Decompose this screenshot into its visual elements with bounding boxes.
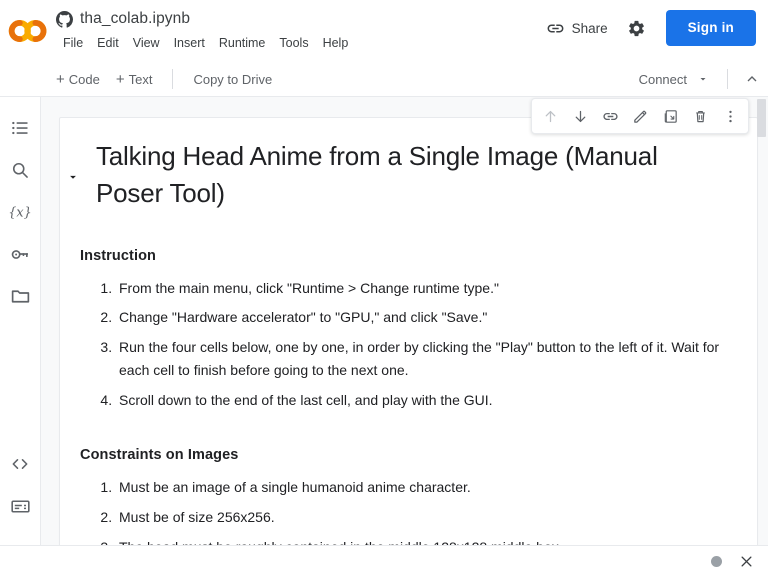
- section-heading-instruction: Instruction: [80, 247, 157, 264]
- secrets-key-icon: [11, 249, 28, 259]
- files-folder-icon: [11, 289, 29, 303]
- menu-item-view[interactable]: View: [126, 33, 167, 53]
- menu-item-runtime[interactable]: Runtime: [212, 33, 273, 53]
- app-body: {x} Talking Head Anime from a Single Ima…: [0, 97, 768, 545]
- sidebar-item-code-snippets[interactable]: [3, 447, 37, 481]
- add-code-cell-button[interactable]: + Code: [48, 68, 108, 91]
- svg-text:{x}: {x}: [9, 206, 31, 221]
- instruction-list: From the main menu, click "Runtime > Cha…: [80, 277, 727, 411]
- notebook-toolbar: + Code + Text Copy to Drive Connect: [0, 62, 768, 97]
- link-icon: [602, 112, 618, 120]
- close-icon: [741, 556, 751, 566]
- list-item: The head must be roughly contained in th…: [116, 536, 727, 545]
- notebook-file-name[interactable]: tha_colab.ipynb: [80, 10, 190, 28]
- chevron-down-icon: [70, 175, 76, 179]
- header-actions: Share Sign in: [538, 0, 768, 56]
- github-icon: [56, 10, 73, 28]
- menu-item-file[interactable]: File: [56, 33, 90, 53]
- cell-collapse-chevron[interactable]: [64, 168, 82, 186]
- more-vert-icon: [728, 110, 732, 122]
- list-item: Must be of size 256x256.: [116, 506, 727, 529]
- constraints-list: Must be an image of a single humanoid an…: [80, 476, 727, 545]
- colab-logo[interactable]: [0, 0, 56, 62]
- cell-action-toolbar: [531, 98, 749, 134]
- sidebar-item-table-of-contents[interactable]: [3, 111, 37, 145]
- arrow-up-icon: [545, 110, 555, 122]
- title-and-menu: tha_colab.ipynb File Edit View Insert Ru…: [56, 0, 538, 53]
- add-code-cell-label: Code: [68, 71, 100, 87]
- settings-button[interactable]: [620, 11, 654, 45]
- sidebar-item-search[interactable]: [3, 153, 37, 187]
- open-in-new-icon: [664, 109, 677, 123]
- menu-item-edit[interactable]: Edit: [90, 33, 126, 53]
- link-to-cell-button[interactable]: [595, 102, 625, 130]
- toolbar-divider: [172, 69, 174, 89]
- chevron-up-icon: [747, 76, 757, 82]
- edit-cell-button[interactable]: [625, 102, 655, 130]
- plus-icon: +: [56, 70, 65, 88]
- copy-cell-to-new-notebook-button[interactable]: [655, 102, 685, 130]
- cell-more-options-button[interactable]: [715, 102, 745, 130]
- list-item: Change "Hardware accelerator" to "GPU," …: [116, 306, 727, 329]
- list-item: Scroll down to the end of the last cell,…: [116, 389, 727, 412]
- sidebar-item-secrets[interactable]: [3, 237, 37, 271]
- link-icon: [547, 24, 563, 32]
- gear-icon: [629, 20, 644, 36]
- file-name-row: tha_colab.ipynb: [56, 7, 538, 31]
- toolbar-divider-2: [727, 69, 728, 89]
- menu-item-help[interactable]: Help: [316, 33, 356, 53]
- move-cell-down-button[interactable]: [565, 102, 595, 130]
- table-of-contents-icon: [12, 121, 28, 135]
- menu-item-insert[interactable]: Insert: [167, 33, 212, 53]
- status-dot-icon[interactable]: [711, 555, 722, 567]
- colab-app-window: tha_colab.ipynb File Edit View Insert Ru…: [0, 0, 768, 576]
- chevron-down-icon: [700, 78, 706, 81]
- search-icon: [12, 162, 28, 178]
- arrow-down-icon: [575, 110, 585, 122]
- menu-bar: File Edit View Insert Runtime Tools Help: [56, 33, 538, 53]
- list-item: From the main menu, click "Runtime > Cha…: [116, 277, 727, 300]
- connect-label: Connect: [638, 71, 687, 87]
- connect-button[interactable]: Connect: [631, 68, 717, 91]
- code-snippets-icon: [12, 459, 28, 469]
- add-text-cell-button[interactable]: + Text: [108, 68, 161, 91]
- pencil-icon: [633, 110, 646, 123]
- close-button[interactable]: [736, 551, 756, 571]
- move-cell-up-button[interactable]: [535, 102, 565, 130]
- list-item: Must be an image of a single humanoid an…: [116, 476, 727, 499]
- terminal-icon: [10, 499, 30, 513]
- plus-icon: +: [115, 70, 125, 88]
- vertical-scrollbar[interactable]: [755, 97, 768, 545]
- add-text-cell-label: Text: [128, 71, 153, 87]
- sign-in-button[interactable]: Sign in: [665, 10, 756, 46]
- toggle-header-button[interactable]: [736, 67, 768, 91]
- notebook-scroll-area[interactable]: Talking Head Anime from a Single Image (…: [41, 97, 768, 545]
- scrollbar-thumb[interactable]: [757, 99, 766, 137]
- app-header: tha_colab.ipynb File Edit View Insert Ru…: [0, 0, 768, 62]
- section-heading-constraints: Constraints on Images: [80, 447, 239, 464]
- sidebar-item-variables[interactable]: {x}: [3, 195, 37, 229]
- colab-logo-icon: [8, 19, 47, 43]
- share-label: Share: [571, 20, 608, 36]
- status-bar: [0, 545, 768, 576]
- menu-item-tools[interactable]: Tools: [272, 33, 315, 53]
- variables-icon: {x}: [9, 206, 31, 221]
- list-item: Run the four cells below, one by one, in…: [116, 336, 727, 381]
- left-sidebar: {x}: [0, 97, 41, 545]
- sidebar-bottom-group: [3, 447, 37, 531]
- share-button[interactable]: Share: [538, 13, 616, 44]
- sidebar-item-files[interactable]: [3, 279, 37, 313]
- sidebar-item-terminal[interactable]: [3, 489, 37, 523]
- copy-to-drive-button[interactable]: Copy to Drive: [185, 68, 280, 91]
- cell-title: Talking Head Anime from a Single Image (…: [96, 141, 658, 208]
- delete-cell-button[interactable]: [685, 102, 715, 130]
- trash-icon: [695, 110, 705, 122]
- markdown-cell[interactable]: Talking Head Anime from a Single Image (…: [59, 98, 758, 545]
